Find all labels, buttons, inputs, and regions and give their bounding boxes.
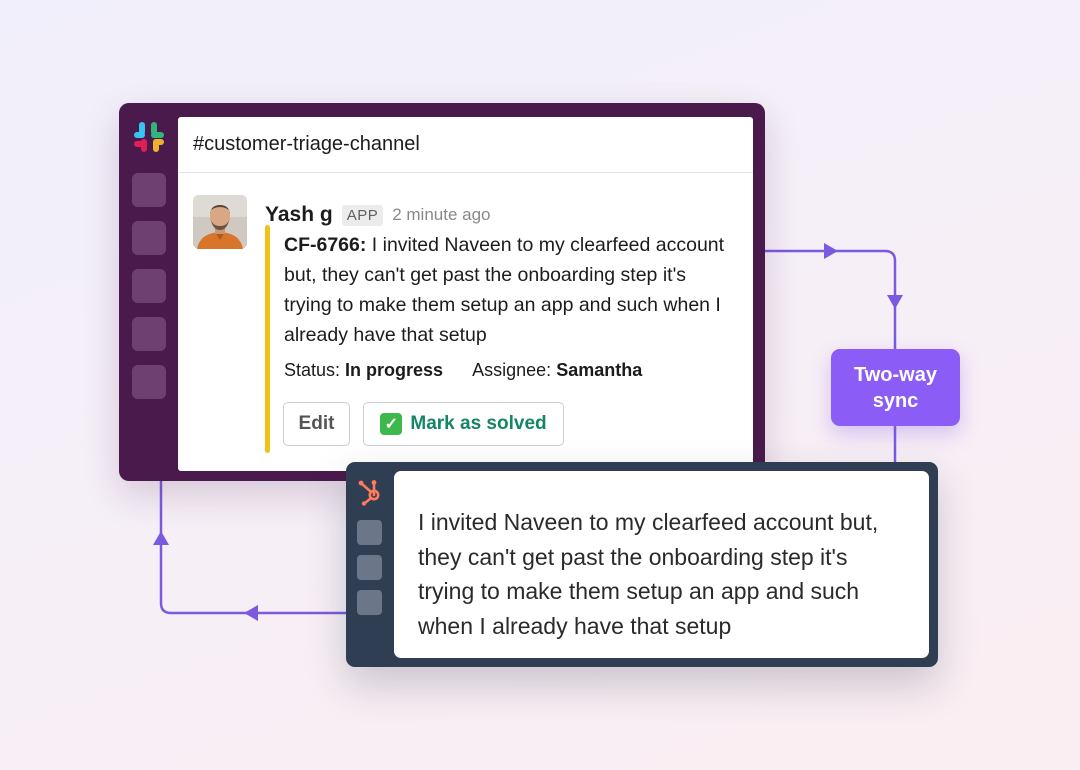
arrow-up-head-icon xyxy=(153,531,169,545)
sender-name[interactable]: Yash g xyxy=(265,203,333,227)
message-header: Yash g APP 2 minute ago xyxy=(265,203,491,227)
mark-as-solved-button[interactable]: ✓ Mark as solved xyxy=(363,402,564,446)
status-value: In progress xyxy=(345,360,444,380)
arrow-right-head-icon xyxy=(824,243,838,259)
channel-name[interactable]: #customer-triage-channel xyxy=(193,133,420,155)
arrow-down-head-icon xyxy=(887,295,903,309)
hubspot-nav-item[interactable] xyxy=(357,555,382,580)
slack-logo-icon xyxy=(134,122,164,152)
outbound-connector-line xyxy=(765,249,897,349)
mark-as-solved-label: Mark as solved xyxy=(410,413,547,434)
hubspot-nav-item[interactable] xyxy=(357,520,382,545)
edit-button[interactable]: Edit xyxy=(283,402,350,446)
two-way-sync-badge: Two-way sync xyxy=(831,349,960,426)
user-avatar-image xyxy=(193,195,247,249)
status-label: Status: xyxy=(284,360,341,380)
slack-window: #customer-triage-channel Yash g APP 2 mi… xyxy=(119,103,765,481)
hubspot-nav-item[interactable] xyxy=(357,590,382,615)
hubspot-sprocket-icon xyxy=(358,480,380,506)
sync-badge-line-1: Two-way xyxy=(854,363,937,386)
arrow-left-head-icon xyxy=(244,605,258,621)
ticket-meta: Status: In progress Assignee: Samantha xyxy=(284,360,642,381)
hubspot-window: I invited Naveen to my clearfeed account… xyxy=(346,462,938,667)
slack-workspace-item[interactable] xyxy=(132,221,166,255)
sync-badge-line-2: sync xyxy=(872,389,919,412)
message-timestamp[interactable]: 2 minute ago xyxy=(392,205,490,225)
channel-header: #customer-triage-channel xyxy=(178,117,753,173)
slack-workspace-item[interactable] xyxy=(132,365,166,399)
inbound-connector-line xyxy=(159,481,346,615)
slack-workspace-item[interactable] xyxy=(132,269,166,303)
attachment-accent-bar xyxy=(265,225,270,453)
message-text: CF-6766: I invited Naveen to my clearfee… xyxy=(284,230,734,350)
ticket-id: CF-6766: xyxy=(284,234,367,256)
slack-workspace-item[interactable] xyxy=(132,173,166,207)
assignee-value: Samantha xyxy=(556,360,643,380)
check-mark-icon: ✓ xyxy=(380,413,403,435)
hubspot-ticket-card: I invited Naveen to my clearfeed account… xyxy=(394,471,929,658)
hubspot-ticket-text: I invited Naveen to my clearfeed account… xyxy=(418,509,879,640)
avatar[interactable] xyxy=(193,195,247,249)
assignee-label: Assignee: xyxy=(472,360,552,380)
slack-workspace-item[interactable] xyxy=(132,317,166,351)
slack-channel-panel: #customer-triage-channel Yash g APP 2 mi… xyxy=(178,117,753,471)
app-badge: APP xyxy=(341,204,384,226)
